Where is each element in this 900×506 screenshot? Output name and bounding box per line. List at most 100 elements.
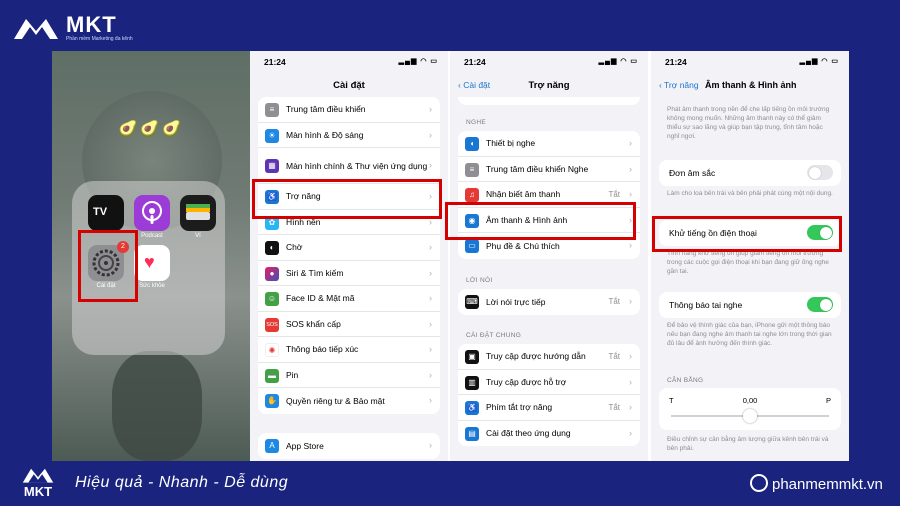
exposure-icon: ✺ (265, 343, 279, 357)
settings-item-exposure[interactable]: ✺ Thông báo tiếp xúc › (258, 337, 440, 363)
settings-item-label: Siri & Tìm kiếm (286, 267, 344, 278)
settings-item-display[interactable]: ☀ Màn hình & Độ sáng › (258, 123, 440, 148)
chevron-right-icon: › (429, 242, 432, 252)
chevron-right-icon: › (429, 344, 432, 354)
settings-item-label: Quyền riêng tư & Bảo mật (286, 395, 385, 406)
mono-audio-note: Làm cho loa bên trái và bên phải phát cù… (667, 190, 833, 197)
chevron-right-icon: › (629, 296, 632, 306)
row-value: Tắt (608, 403, 620, 412)
chevron-right-icon: › (429, 318, 432, 329)
brightness-icon: ☀ (265, 128, 279, 143)
balance-slider-track[interactable] (671, 409, 829, 423)
settings-item-label: Face ID & Mật mã (286, 293, 355, 304)
per-app-settings-item[interactable]: ▤ Cài đặt theo ứng dụng › (458, 421, 640, 447)
chevron-right-icon: › (629, 138, 632, 148)
settings-item-siri[interactable]: ● Siri & Tìm kiếm › (258, 261, 440, 286)
chevron-right-icon: › (429, 293, 432, 303)
settings-item-faceid[interactable]: ☺ Face ID & Mật mã › (258, 286, 440, 312)
sound-recognition-icon: ♫ (465, 188, 479, 202)
headphone-notifications-label: Thông báo tai nghe (669, 299, 743, 310)
row-label: Phím tắt trợ năng (486, 402, 553, 413)
settings-item-control-center[interactable]: ≡ Trung tâm điều khiển › (258, 97, 440, 123)
settings-item-label: Trung tâm điều khiển (286, 104, 366, 115)
section-header-speech: LỜI NÓI (466, 277, 493, 284)
settings-app-highlight (78, 230, 138, 302)
balance-slider-thumb[interactable] (743, 409, 757, 423)
chevron-right-icon: › (429, 104, 432, 114)
chevron-right-icon: › (629, 376, 632, 387)
settings-item-battery[interactable]: ▬ Pin › (258, 363, 440, 388)
lock-icon: ▣ (465, 350, 479, 364)
mkt-logo-icon (12, 15, 60, 41)
row-label: Trung tâm điều khiển Nghe (486, 163, 589, 174)
hearing-devices-item[interactable]: ◖ Thiết bị nghe › (458, 131, 640, 157)
settings-item-privacy[interactable]: ✋ Quyền riêng tư & Bảo mật › (258, 388, 440, 414)
app-store-icon: A (265, 439, 279, 453)
mono-group: Đơn âm sắc (659, 160, 841, 186)
wallpaper-blur (112, 351, 202, 461)
accessibility-icon: ♿ (465, 401, 479, 415)
apple-tv-icon[interactable]: TV (88, 195, 124, 231)
settings-item-app-store[interactable]: A App Store › (258, 433, 440, 459)
guided-access-item[interactable]: ▣ Truy cập được hướng dẫn Tắt › (458, 344, 640, 370)
globe-icon (750, 474, 768, 492)
settings-item-standby[interactable]: ◐ Chờ › (258, 235, 440, 261)
footer-brand-name: MKT (23, 484, 53, 499)
scrolled-group-edge (458, 97, 640, 105)
back-button[interactable]: ‹ Trợ năng (659, 80, 699, 90)
back-label: Cài đặt (463, 80, 491, 90)
status-time: 21:24 (464, 57, 486, 67)
tutorial-stage: 🥑🥑🥑 TV Podcast Ví 2 Cài đặt ♥ Sức khỏe 2… (52, 51, 849, 461)
chevron-right-icon: › (629, 427, 632, 438)
wallet-label: Ví (195, 233, 201, 239)
settings-item-sos[interactable]: SOS SOS khẩn cấp › (258, 312, 440, 337)
battery-icon: ▬ (265, 368, 279, 383)
settings-item-label: SOS khẩn cấp (286, 318, 341, 329)
live-speech-item[interactable]: ⌨ Lời nói trực tiếp Tắt › (458, 289, 640, 315)
settings-list: ≡ Trung tâm điều khiển › ☀ Màn hình & Độ sá… (258, 97, 440, 414)
settings-item-label: Pin (286, 369, 299, 380)
audio-visual-highlight (445, 202, 636, 240)
nav-bar: Trợ năng ‹ Cài đặt (450, 75, 648, 97)
headphone-notifications-toggle[interactable] (807, 297, 833, 312)
row-label: Lời nói trực tiếp (486, 296, 546, 307)
background-sounds-note: Phát âm thanh trong nền để che lấp tiếng… (667, 106, 830, 140)
back-label: Trợ năng (664, 80, 699, 90)
settings-item-label: Chờ (286, 242, 303, 253)
status-icons: ▂▄▆ ◠ ▭ (398, 58, 438, 65)
noise-cancellation-note: Tính năng khử tiếng ồn giúp giảm tiếng ồ… (667, 250, 829, 275)
brand-tagline: Phần mềm Marketing đa kênh (66, 36, 133, 42)
section-header-general: CÀI ĐẶT CHUNG (466, 332, 522, 339)
row-value: Tắt (608, 297, 620, 306)
control-center-icon: ≡ (465, 162, 479, 177)
assistive-access-item[interactable]: ▥ Truy cập được hỗ trợ › (458, 370, 640, 395)
mono-audio-toggle[interactable] (807, 165, 833, 180)
balance-value: 0,00 (742, 396, 758, 405)
health-heart-icon[interactable]: ♥ (134, 245, 170, 281)
row-value: Tắt (608, 352, 620, 361)
brand-name: MKT (66, 12, 117, 37)
section-header-hearing: NGHE (466, 119, 486, 126)
chevron-right-icon: › (629, 240, 632, 250)
accessibility-shortcut-item[interactable]: ♿ Phím tắt trợ năng Tắt › (458, 395, 640, 421)
podcast-icon[interactable] (134, 195, 170, 231)
balance-right-label: P (825, 396, 831, 405)
headphone-notifications-item: Thông báo tai nghe (659, 292, 841, 318)
balance-note: Điều chỉnh sự cân bằng âm lượng giữa kên… (667, 436, 829, 452)
chevron-right-icon: › (429, 440, 432, 450)
footer-slogan: Hiệu quả - Nhanh - Dễ dùng (75, 474, 289, 491)
nav-bar: Cài đặt (250, 75, 448, 97)
wallet-icon[interactable] (180, 195, 216, 231)
speech-list: ⌨ Lời nói trực tiếp Tắt › (458, 289, 640, 315)
row-label: Nhận biết âm thanh (486, 189, 561, 200)
back-button[interactable]: ‹ Cài đặt (458, 80, 490, 90)
hearing-control-center-item[interactable]: ≡ Trung tâm điều khiển Nghe › (458, 157, 640, 182)
footer-logo: MKT (16, 466, 60, 499)
assistive-access-icon: ▥ (465, 375, 479, 390)
settings-item-label: Màn hình & Độ sáng (286, 129, 364, 140)
website-link[interactable]: phanmemmkt.vn (772, 476, 883, 493)
sos-icon: SOS (265, 317, 279, 332)
privacy-hand-icon: ✋ (265, 394, 279, 408)
per-app-icon: ▤ (465, 426, 479, 441)
noise-cancellation-highlight (652, 216, 842, 252)
